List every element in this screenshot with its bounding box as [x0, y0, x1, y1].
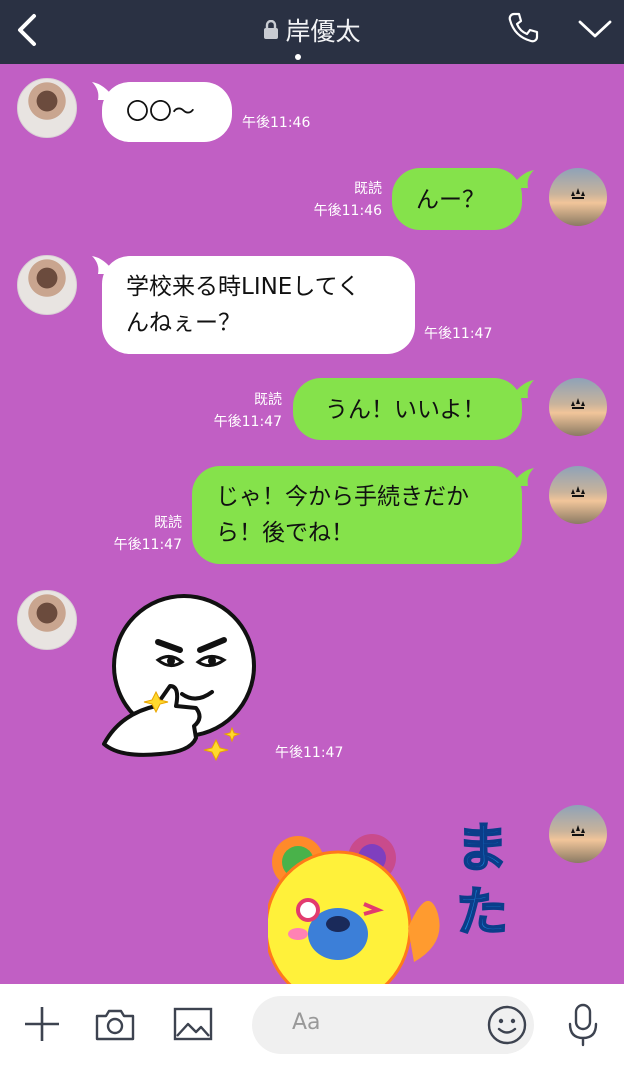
message-text: うん！いいよ！ — [325, 397, 486, 423]
message-meta: 既読 午後11:47 — [200, 389, 282, 433]
message-text-line: じゃ！今から手続きだか — [216, 484, 469, 510]
message-bubble[interactable]: んー？ — [392, 168, 522, 230]
read-receipt: 既読 — [254, 392, 282, 408]
sticker-text: た — [456, 883, 508, 943]
moon-thumbs-up-sticker[interactable] — [100, 594, 260, 762]
read-receipt: 既読 — [354, 181, 382, 197]
message-meta: 既読 午後11:46 — [300, 178, 382, 222]
page-indicator-dot — [295, 54, 301, 60]
message-text: んー？ — [416, 187, 485, 213]
my-avatar[interactable] — [549, 168, 607, 226]
message-time: 午後11:47 — [113, 537, 182, 553]
friend-avatar[interactable] — [17, 255, 77, 315]
my-avatar[interactable] — [549, 378, 607, 436]
message-time: 午後11:47 — [275, 745, 344, 761]
message-text-line: んねぇー？ — [126, 310, 241, 336]
adidas-logo-icon — [571, 398, 585, 409]
message-bubble[interactable]: じゃ！今から手続きだか ら！後でね！ — [192, 466, 522, 564]
adidas-logo-icon — [571, 188, 585, 199]
message-bubble[interactable]: 〇〇〜 — [102, 82, 232, 142]
message-time: 午後11:47 — [424, 326, 493, 342]
my-avatar[interactable] — [549, 805, 607, 863]
message-bubble[interactable]: 学校来る時LINEしてく んねぇー？ — [102, 256, 415, 354]
chat-header: 岸優太 — [0, 0, 624, 64]
image-icon[interactable] — [172, 1006, 214, 1042]
emoji-icon[interactable] — [486, 1004, 528, 1046]
camera-icon[interactable] — [94, 1006, 136, 1042]
microphone-icon[interactable] — [566, 1002, 600, 1048]
lock-icon — [264, 20, 279, 39]
composer-bar: Aa — [0, 984, 624, 1066]
adidas-logo-icon — [571, 825, 585, 836]
read-receipt: 既読 — [154, 515, 182, 531]
chat-title: 岸優太 — [285, 17, 361, 46]
message-time: 午後11:47 — [213, 414, 282, 430]
adidas-logo-icon — [571, 486, 585, 497]
message-bubble[interactable]: うん！いいよ！ — [293, 378, 522, 440]
sticker-text: ま — [456, 819, 508, 879]
message-text-line: ら！後でね！ — [216, 520, 354, 546]
message-time: 午後11:46 — [242, 115, 311, 131]
message-text-line: 学校来る時LINEしてく — [126, 274, 360, 300]
phone-icon[interactable] — [505, 10, 541, 46]
plus-icon[interactable] — [22, 1004, 62, 1044]
message-input[interactable]: Aa — [252, 996, 534, 1054]
friend-avatar[interactable] — [17, 78, 77, 138]
message-input-placeholder: Aa — [292, 1010, 321, 1035]
friend-avatar[interactable] — [17, 590, 77, 650]
message-text: 〇〇〜 — [126, 99, 195, 125]
my-avatar[interactable] — [549, 466, 607, 524]
bear-sticker[interactable]: ま た — [268, 818, 540, 984]
message-time: 午後11:46 — [313, 203, 382, 219]
message-meta: 既読 午後11:47 — [100, 512, 182, 556]
chevron-down-icon[interactable] — [576, 14, 614, 42]
